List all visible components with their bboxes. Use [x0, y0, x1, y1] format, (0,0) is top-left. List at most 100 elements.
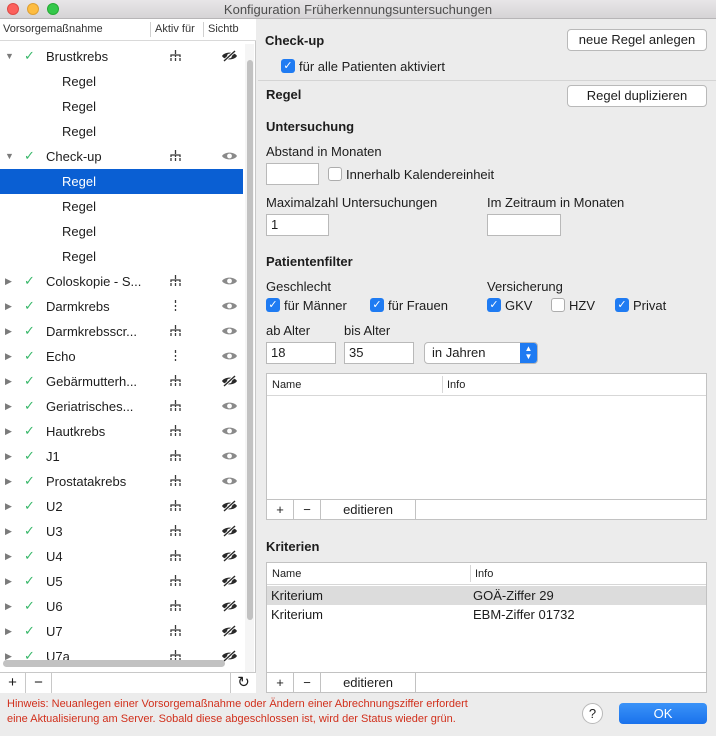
eye-icon[interactable]: [221, 400, 238, 415]
disclosure-collapsed-icon[interactable]: ▶: [5, 501, 12, 512]
list-vertical-scrollbar[interactable]: [245, 44, 254, 674]
criteria-row[interactable]: Kriterium EBM-Ziffer 01732: [267, 605, 706, 624]
filter-remove-button[interactable]: −: [294, 500, 321, 519]
add-measure-button[interactable]: +: [0, 673, 26, 693]
list-item-measure[interactable]: ▶ ✓ Hautkrebs: [0, 419, 243, 444]
help-button[interactable]: ?: [582, 703, 603, 724]
column-header-measure[interactable]: Vorsorgemaßnahme: [3, 23, 149, 35]
hierarchy-icon[interactable]: [169, 499, 182, 515]
list-item-rule[interactable]: Regel: [0, 244, 243, 269]
female-checkbox[interactable]: ✓: [370, 298, 384, 312]
list-item-measure[interactable]: ▶ ✓ U2: [0, 494, 243, 519]
hierarchy-icon[interactable]: [169, 299, 182, 315]
male-checkbox[interactable]: ✓: [266, 298, 280, 312]
hierarchy-icon[interactable]: [169, 149, 182, 165]
disclosure-collapsed-icon[interactable]: ▶: [5, 326, 12, 337]
hierarchy-icon[interactable]: [169, 374, 182, 390]
eye-icon[interactable]: [221, 275, 238, 290]
disclosure-collapsed-icon[interactable]: ▶: [5, 601, 12, 612]
ok-button[interactable]: OK: [619, 703, 707, 724]
age-from-input[interactable]: 18: [266, 342, 336, 364]
list-item-measure[interactable]: ▶ ✓ Geriatrisches...: [0, 394, 243, 419]
list-horizontal-scrollbar[interactable]: [3, 660, 225, 667]
period-input[interactable]: [487, 214, 561, 236]
eye-slash-icon[interactable]: [221, 599, 238, 615]
criteria-table-col-name[interactable]: Name: [272, 568, 301, 580]
list-item-rule[interactable]: Regel: [0, 69, 243, 94]
hierarchy-icon[interactable]: [169, 549, 182, 565]
eye-slash-icon[interactable]: [221, 49, 238, 65]
hierarchy-icon[interactable]: [169, 49, 182, 65]
disclosure-collapsed-icon[interactable]: ▶: [5, 451, 12, 462]
criteria-add-button[interactable]: +: [267, 673, 294, 692]
window-zoom-button[interactable]: [47, 3, 59, 15]
hierarchy-icon[interactable]: [169, 274, 182, 290]
hierarchy-icon[interactable]: [169, 349, 182, 365]
age-to-input[interactable]: 35: [344, 342, 414, 364]
eye-slash-icon[interactable]: [221, 549, 238, 565]
disclosure-collapsed-icon[interactable]: ▶: [5, 376, 12, 387]
list-item-measure[interactable]: ▶ ✓ U6: [0, 594, 243, 619]
column-header-active-for[interactable]: Aktiv für: [155, 23, 201, 35]
criteria-table-col-info[interactable]: Info: [475, 568, 493, 580]
list-item-rule[interactable]: Regel: [0, 194, 243, 219]
list-item-measure[interactable]: ▶ ✓ U7: [0, 619, 243, 644]
list-vertical-scroll-thumb[interactable]: [247, 60, 253, 620]
window-minimize-button[interactable]: [27, 3, 39, 15]
list-item-measure[interactable]: ▶ ✓ Prostatakrebs: [0, 469, 243, 494]
column-header-visible[interactable]: Sichtb: [208, 23, 248, 35]
hierarchy-icon[interactable]: [169, 424, 182, 440]
all-patients-checkbox[interactable]: ✓: [281, 59, 295, 73]
hierarchy-icon[interactable]: [169, 524, 182, 540]
disclosure-expanded-icon[interactable]: ▼: [5, 151, 14, 161]
new-rule-button[interactable]: neue Regel anlegen: [567, 29, 707, 51]
list-item-measure[interactable]: ▶ ✓ U4: [0, 544, 243, 569]
hierarchy-icon[interactable]: [169, 399, 182, 415]
disclosure-collapsed-icon[interactable]: ▶: [5, 301, 12, 312]
eye-icon[interactable]: [221, 350, 238, 365]
max-exams-input[interactable]: 1: [266, 214, 329, 236]
eye-icon[interactable]: [221, 325, 238, 340]
eye-icon[interactable]: [221, 150, 238, 165]
disclosure-collapsed-icon[interactable]: ▶: [5, 401, 12, 412]
list-item-measure[interactable]: ▶ ✓ J1: [0, 444, 243, 469]
list-item-rule[interactable]: Regel: [0, 119, 243, 144]
list-item-measure[interactable]: ▶ ✓ U3: [0, 519, 243, 544]
list-item-rule[interactable]: Regel: [0, 94, 243, 119]
list-item-measure[interactable]: ▶ ✓ Darmkrebsscr...: [0, 319, 243, 344]
remove-measure-button[interactable]: −: [26, 673, 52, 693]
duplicate-rule-button[interactable]: Regel duplizieren: [567, 85, 707, 107]
eye-slash-icon[interactable]: [221, 624, 238, 640]
disclosure-collapsed-icon[interactable]: ▶: [5, 626, 12, 637]
age-unit-select[interactable]: in Jahren ▲ ▼: [424, 342, 538, 364]
list-item-measure[interactable]: ▶ ✓ Gebärmutterh...: [0, 369, 243, 394]
eye-icon[interactable]: [221, 475, 238, 490]
hzv-checkbox[interactable]: [551, 298, 565, 312]
criteria-row[interactable]: Kriterium GOÄ-Ziffer 29: [267, 586, 706, 605]
disclosure-collapsed-icon[interactable]: ▶: [5, 426, 12, 437]
disclosure-collapsed-icon[interactable]: ▶: [5, 351, 12, 362]
disclosure-collapsed-icon[interactable]: ▶: [5, 476, 12, 487]
filter-table-col-name[interactable]: Name: [272, 379, 301, 391]
disclosure-collapsed-icon[interactable]: ▶: [5, 576, 12, 587]
disclosure-collapsed-icon[interactable]: ▶: [5, 551, 12, 562]
interval-input[interactable]: [266, 163, 319, 185]
eye-slash-icon[interactable]: [221, 499, 238, 515]
list-item-measure[interactable]: ▶ ✓ Echo: [0, 344, 243, 369]
gkv-checkbox[interactable]: ✓: [487, 298, 501, 312]
hierarchy-icon[interactable]: [169, 324, 182, 340]
hierarchy-icon[interactable]: [169, 599, 182, 615]
hierarchy-icon[interactable]: [169, 574, 182, 590]
list-item-measure[interactable]: ▶ ✓ Coloskopie - S...: [0, 269, 243, 294]
criteria-edit-button[interactable]: editieren: [321, 673, 416, 692]
window-close-button[interactable]: [7, 3, 19, 15]
calendar-unit-checkbox[interactable]: [328, 167, 342, 181]
filter-table-col-info[interactable]: Info: [447, 379, 465, 391]
list-item-measure[interactable]: ▼ ✓ Brustkrebs: [0, 44, 243, 69]
hierarchy-icon[interactable]: [169, 449, 182, 465]
hierarchy-icon[interactable]: [169, 624, 182, 640]
eye-slash-icon[interactable]: [221, 574, 238, 590]
disclosure-expanded-icon[interactable]: ▼: [5, 51, 14, 61]
eye-slash-icon[interactable]: [221, 374, 238, 390]
list-item-measure[interactable]: ▼ ✓ Check-up: [0, 144, 243, 169]
